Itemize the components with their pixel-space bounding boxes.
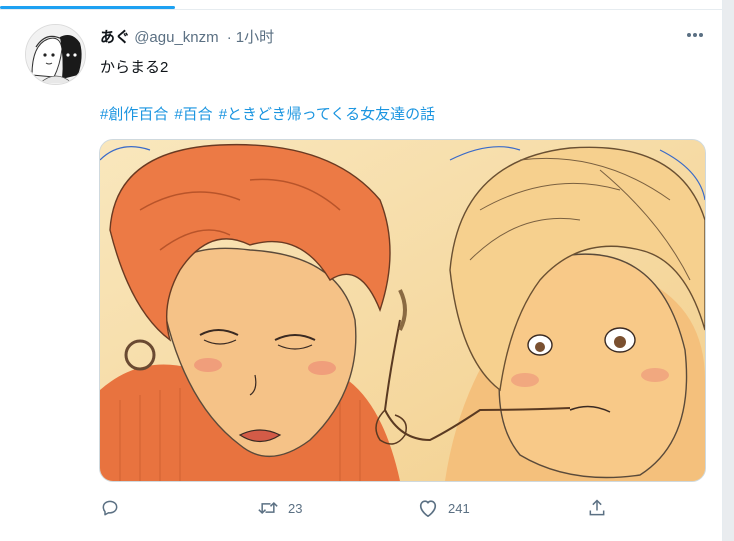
more-dots-icon [687,33,703,37]
tweet-actions: 23 241 [100,495,620,521]
share-icon [589,499,605,516]
tweet-text: からまる2 [100,59,169,76]
meta-separator: · [226,29,232,46]
tweet-header: あぐ @agu_knzm · 1小时 [100,26,274,47]
hashtag-list: #創作百合 #百合 #ときどき帰ってくる女友達の話 [100,103,441,124]
retweet-icon [258,501,278,515]
hashtag-link[interactable]: #ときどき帰ってくる女友達の話 [219,106,435,123]
timestamp[interactable]: 1小时 [236,29,274,46]
hashtag-link[interactable]: #百合 [174,106,212,123]
author-handle[interactable]: @agu_knzm [134,29,218,46]
retweet-button[interactable]: 23 [257,495,302,521]
tweet-card: あぐ @agu_knzm · 1小时 からまる2 #創作百合 #百合 #ときどき帰って… [0,0,723,541]
like-count: 241 [448,500,470,516]
tweet-image[interactable] [99,139,706,482]
like-button[interactable]: 241 [417,495,470,521]
heart-icon [419,500,437,517]
reply-button[interactable] [100,495,129,521]
author-name[interactable]: あぐ [100,29,130,46]
more-options-button[interactable] [682,24,708,46]
hashtag-link[interactable]: #創作百合 [100,106,168,123]
avatar-illustration [26,25,85,84]
illustration-two-girls [100,140,705,481]
avatar[interactable] [25,24,86,85]
reply-icon [102,500,118,516]
share-button[interactable] [587,495,607,521]
top-divider [0,9,722,10]
retweet-count: 23 [288,500,303,516]
